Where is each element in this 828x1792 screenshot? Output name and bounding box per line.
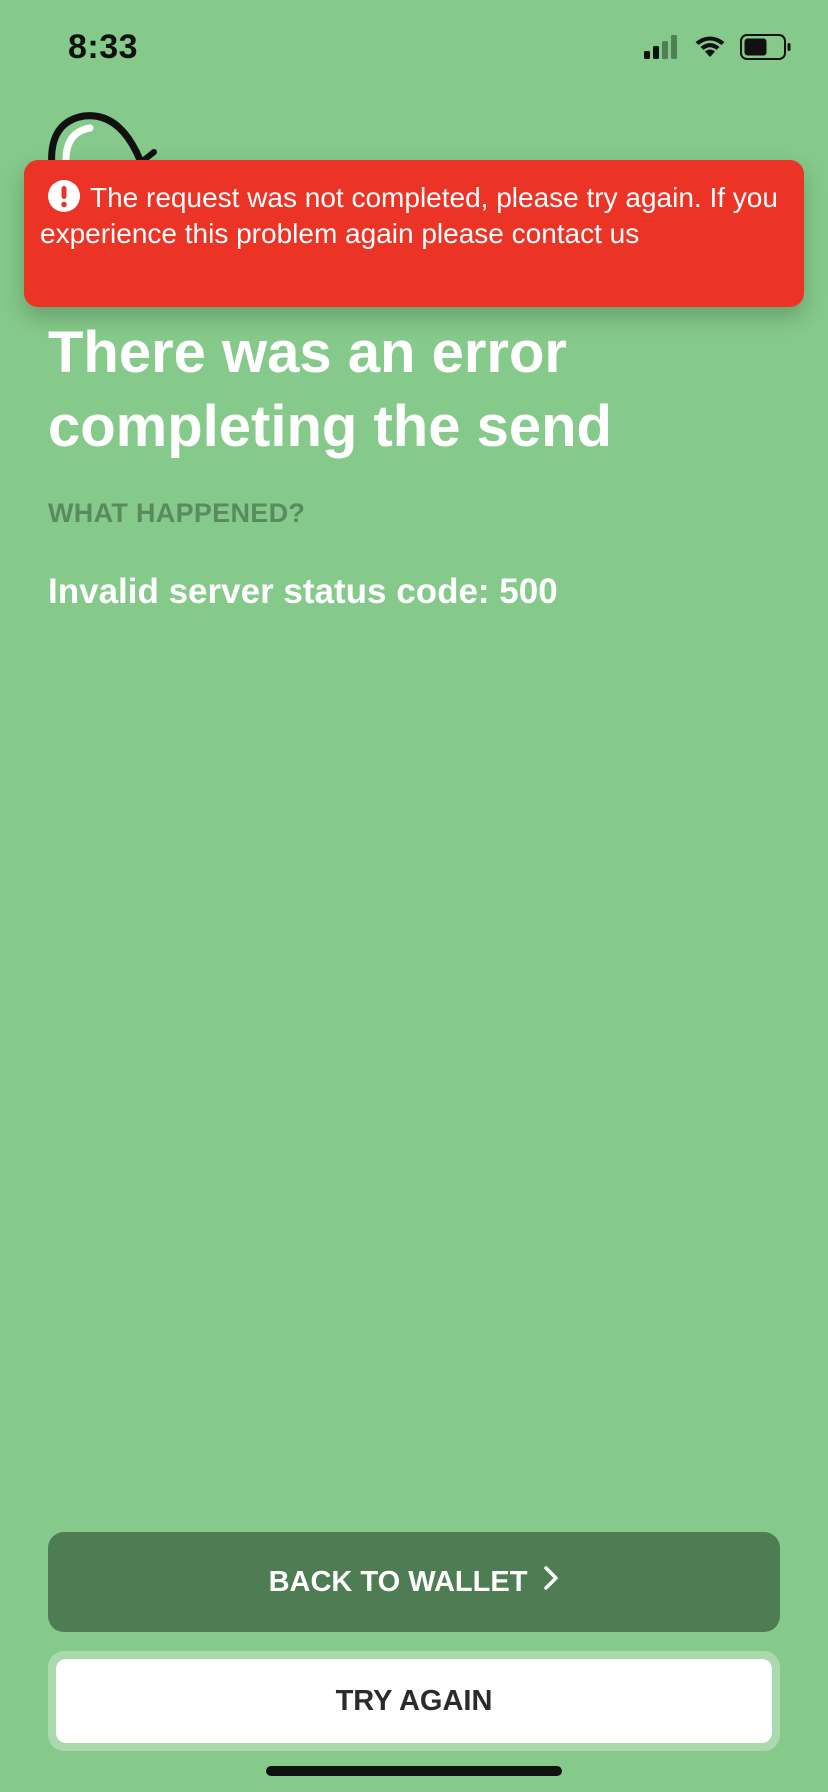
home-indicator [266,1766,562,1776]
error-detail: Invalid server status code: 500 [48,572,558,611]
try-again-button[interactable]: TRY AGAIN [56,1659,772,1743]
error-screen: 8:33 The request was not completed, plea… [0,0,828,1792]
status-icons [644,34,792,65]
page-title: There was an error completing the send [48,320,612,459]
battery-icon [740,34,792,65]
back-to-wallet-label: BACK TO WALLET [268,1565,528,1598]
error-toast[interactable]: The request was not completed, please tr… [24,160,804,307]
status-bar: 8:33 [0,0,828,100]
chevron-right-icon [543,1565,559,1599]
try-again-button-frame: TRY AGAIN [48,1651,780,1751]
try-again-label: TRY AGAIN [335,1684,493,1717]
wifi-icon [694,35,726,64]
signal-icon [644,35,680,64]
back-to-wallet-button[interactable]: BACK TO WALLET [48,1532,780,1632]
section-label: WHAT HAPPENED? [48,498,306,528]
exclamation-circle-icon [48,180,80,212]
status-time: 8:33 [68,28,139,66]
toast-message: The request was not completed, please tr… [40,182,778,249]
